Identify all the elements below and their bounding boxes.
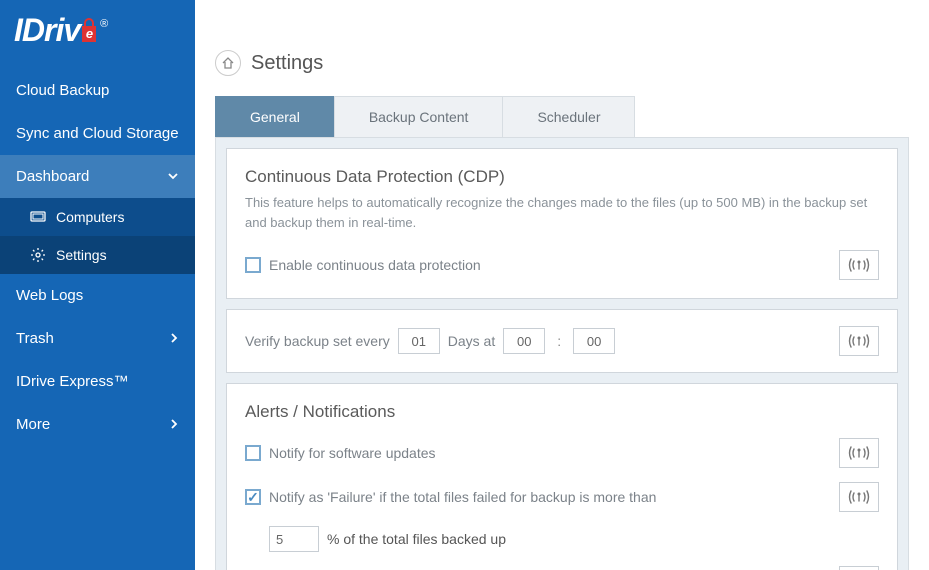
sidebar-item-web-logs[interactable]: Web Logs bbox=[0, 274, 195, 317]
sidebar-subitem-computers[interactable]: Computers bbox=[0, 198, 195, 236]
logo-lock-e: e bbox=[80, 12, 98, 49]
notify-updates-label: Notify for software updates bbox=[269, 445, 436, 461]
tabs: General Backup Content Scheduler bbox=[215, 96, 909, 138]
alerts-panel: Alerts / Notifications Notify for softwa… bbox=[226, 383, 898, 570]
sidebar-item-label: Dashboard bbox=[16, 168, 89, 185]
notify-failure-failed-label: Notify as 'Failure' if the total files f… bbox=[269, 489, 656, 505]
verify-days-input[interactable] bbox=[398, 328, 440, 354]
cdp-enable-checkbox[interactable] bbox=[245, 257, 261, 273]
broadcast-button[interactable] bbox=[839, 482, 879, 512]
notify-failure-failed-checkbox[interactable] bbox=[245, 489, 261, 505]
sidebar-item-express[interactable]: IDrive Express™ bbox=[0, 360, 195, 403]
alerts-heading: Alerts / Notifications bbox=[245, 402, 879, 422]
sidebar-item-label: Cloud Backup bbox=[16, 82, 109, 99]
broadcast-icon bbox=[848, 256, 870, 274]
page-title: Settings bbox=[251, 52, 323, 75]
time-colon: : bbox=[557, 333, 561, 349]
sidebar-item-dashboard[interactable]: Dashboard bbox=[0, 155, 195, 198]
sidebar-item-label: Sync and Cloud Storage bbox=[16, 125, 179, 142]
sidebar-item-label: IDrive Express™ bbox=[16, 373, 129, 390]
cdp-enable-label: Enable continuous data protection bbox=[269, 257, 481, 273]
tab-general[interactable]: General bbox=[215, 96, 335, 137]
logo-text: IDriv bbox=[14, 12, 80, 48]
broadcast-icon bbox=[848, 332, 870, 350]
cdp-heading: Continuous Data Protection (CDP) bbox=[245, 167, 879, 187]
sidebar-sub-dashboard: Computers Settings bbox=[0, 198, 195, 274]
verify-prefix-label: Verify backup set every bbox=[245, 333, 390, 349]
trademark-icon: ® bbox=[100, 18, 107, 30]
verify-minutes-input[interactable] bbox=[573, 328, 615, 354]
tab-backup-content[interactable]: Backup Content bbox=[334, 96, 504, 137]
settings-content: Continuous Data Protection (CDP) This fe… bbox=[215, 138, 909, 570]
broadcast-button[interactable] bbox=[839, 250, 879, 280]
sidebar: IDrive ® Cloud Backup Sync and Cloud Stor… bbox=[0, 0, 195, 570]
computers-icon bbox=[30, 209, 46, 225]
svg-text:e: e bbox=[86, 26, 93, 41]
sidebar-item-sync[interactable]: Sync and Cloud Storage bbox=[0, 112, 195, 155]
broadcast-icon bbox=[848, 444, 870, 462]
verify-hours-input[interactable] bbox=[503, 328, 545, 354]
failure-pct-input[interactable] bbox=[269, 526, 319, 552]
main-content: Settings General Backup Content Schedule… bbox=[195, 0, 929, 570]
notify-updates-checkbox[interactable] bbox=[245, 445, 261, 461]
broadcast-button[interactable] bbox=[839, 566, 879, 570]
sidebar-item-cloud-backup[interactable]: Cloud Backup bbox=[0, 69, 195, 112]
sidebar-subitem-label: Settings bbox=[56, 247, 107, 263]
cdp-description: This feature helps to automatically reco… bbox=[245, 193, 879, 232]
logo: IDrive ® bbox=[14, 12, 107, 48]
tab-scheduler[interactable]: Scheduler bbox=[502, 96, 635, 137]
logo-area: IDrive ® bbox=[0, 0, 195, 69]
failure-pct-suffix: % of the total files backed up bbox=[327, 531, 506, 547]
sidebar-item-more[interactable]: More bbox=[0, 403, 195, 446]
chevron-right-icon bbox=[169, 331, 179, 347]
broadcast-button[interactable] bbox=[839, 326, 879, 356]
cdp-panel: Continuous Data Protection (CDP) This fe… bbox=[226, 148, 898, 299]
home-icon[interactable] bbox=[215, 50, 241, 76]
verify-panel: Verify backup set every Days at : bbox=[226, 309, 898, 373]
verify-mid-label: Days at bbox=[448, 333, 495, 349]
sidebar-subitem-settings[interactable]: Settings bbox=[0, 236, 195, 274]
sidebar-item-trash[interactable]: Trash bbox=[0, 317, 195, 360]
sidebar-item-label: More bbox=[16, 416, 50, 433]
chevron-down-icon bbox=[167, 169, 179, 185]
lock-icon: e bbox=[78, 18, 100, 44]
page-header: Settings bbox=[215, 50, 909, 76]
sidebar-item-label: Trash bbox=[16, 330, 54, 347]
broadcast-button[interactable] bbox=[839, 438, 879, 468]
sidebar-item-label: Web Logs bbox=[16, 287, 83, 304]
broadcast-icon bbox=[848, 488, 870, 506]
sidebar-subitem-label: Computers bbox=[56, 209, 124, 225]
chevron-right-icon bbox=[169, 417, 179, 433]
gear-icon bbox=[30, 247, 46, 263]
